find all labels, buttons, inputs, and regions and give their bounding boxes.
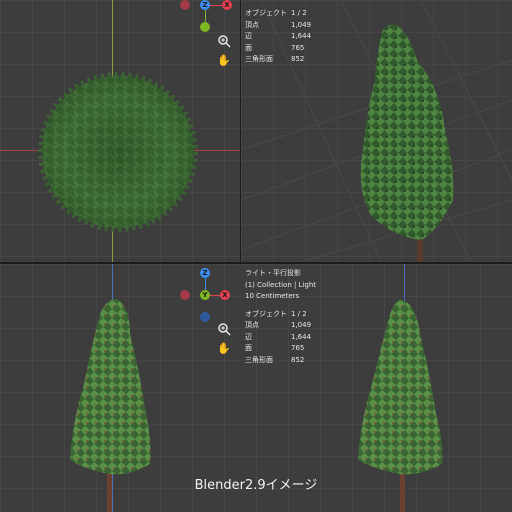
viewport-perspective[interactable]: オブジェクト 1 / 2 頂点 1,049 辺 1,644 面 765 三角形面 852	[241, 0, 512, 262]
gizmo-x-line	[210, 295, 220, 296]
stats-row-faces: 面 765	[245, 344, 305, 352]
gizmo-z-line	[205, 278, 206, 290]
stats-row-triangles: 三角形面 852	[245, 355, 305, 364]
x-axis-dot[interactable]: X	[220, 290, 230, 300]
view-mode-label: ライト・平行投影	[245, 269, 301, 277]
stats-row-edges: 辺 1,644	[245, 332, 312, 341]
zoom-icon[interactable]	[217, 34, 231, 48]
collection-label: (1) Collection | Light	[245, 280, 317, 289]
gizmo-y-line	[205, 10, 206, 22]
hand-pan-icon[interactable]: ✋	[217, 342, 231, 356]
stats-row-objects: オブジェクト 1 / 2	[245, 309, 307, 318]
stats-row-triangles: 三角形面 852	[245, 55, 305, 63]
z-axis-dot[interactable]: Z	[200, 0, 210, 10]
viewport-top-view[interactable]: Z X ✋	[0, 0, 240, 262]
hand-pan-icon[interactable]: ✋	[217, 54, 231, 68]
stats-row-vertices: 頂点 1,049	[245, 321, 312, 329]
y-axis-dot[interactable]	[200, 22, 210, 32]
x-axis-dot[interactable]: X	[222, 0, 232, 10]
z-axis-dot[interactable]: Z	[200, 268, 210, 278]
stats-row-vertices: 頂点 1,049	[245, 20, 312, 29]
neg-x-axis-dot[interactable]	[180, 290, 190, 300]
bush-top-view	[38, 72, 198, 232]
neg-z-axis-dot[interactable]	[200, 312, 210, 322]
y-axis-dot[interactable]: Y	[200, 290, 210, 300]
stats-row-objects: オブジェクト 1 / 2	[245, 9, 307, 17]
gizmo-x-line	[210, 5, 222, 6]
stats-overlay-top: オブジェクト 1 / 2 頂点 1,049 辺 1,644 面 765 三角形面 852	[245, 8, 311, 66]
stats-overlay-bottom: ライト・平行投影 (1) Collection | Light 10 Centi…	[245, 268, 316, 366]
zoom-icon[interactable]	[217, 322, 231, 336]
stats-row-edges: 辺 1,644	[245, 32, 312, 40]
neg-y-axis-dot[interactable]	[180, 0, 190, 10]
axis-gizmo-bottom[interactable]: Z Y X	[178, 266, 238, 326]
stats-row-faces: 面 765	[245, 43, 305, 52]
scale-label: 10 Centimeters	[245, 292, 300, 300]
axis-gizmo-top[interactable]: Z X	[178, 0, 238, 36]
image-caption: Blender2.9イメージ	[194, 478, 318, 493]
